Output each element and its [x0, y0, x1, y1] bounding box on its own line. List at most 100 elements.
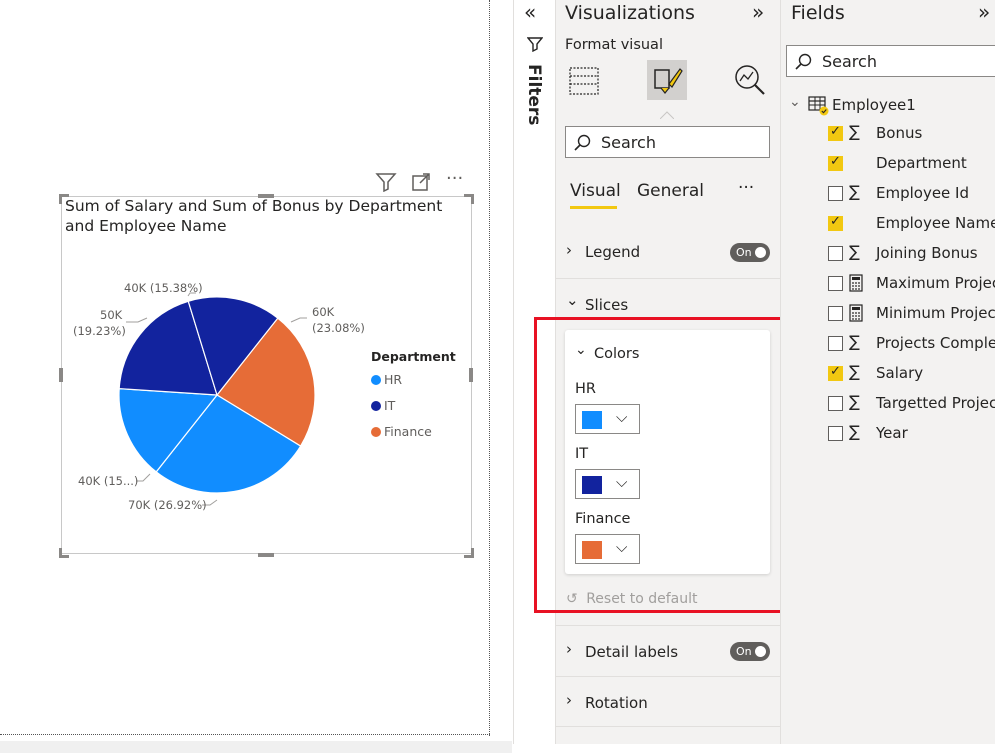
slice-label-right-value: 60K — [312, 305, 335, 319]
tab-visual-underline — [570, 206, 617, 209]
section-detail-labels[interactable]: › Detail labels On — [555, 625, 780, 675]
search-icon — [795, 53, 813, 75]
detail-labels-toggle-label: On — [736, 645, 752, 658]
analytics-icon[interactable] — [732, 62, 768, 98]
field-joining-bonus[interactable]: ∑ Joining Bonus — [828, 242, 995, 266]
chevron-down-icon: ⌄ — [789, 94, 801, 110]
chevron-down-icon: ⌄ — [566, 291, 579, 309]
table-icon — [808, 96, 830, 120]
slice-label-upper-left-pct: (19.23%) — [73, 324, 126, 338]
slice-label-right-pct: (23.08%) — [312, 321, 365, 335]
fields-search-input[interactable]: Search — [786, 45, 995, 77]
legend-label-finance: Finance — [384, 424, 432, 439]
legend-item-it[interactable]: IT — [371, 398, 396, 413]
search-placeholder: Search — [822, 52, 877, 71]
chevron-right-icon: › — [566, 691, 572, 709]
expand-chevron-icon[interactable]: » — [978, 0, 990, 24]
highlight-annotation-box — [534, 317, 798, 613]
checkbox[interactable] — [828, 396, 843, 411]
filters-label: Filters — [524, 64, 544, 126]
field-targetted-projects[interactable]: ∑ Targetted Projects — [828, 392, 995, 416]
legend-label-hr: HR — [384, 372, 402, 387]
canvas-bottom-border — [0, 734, 490, 735]
checkbox[interactable] — [828, 426, 843, 441]
search-placeholder: Search — [601, 133, 656, 152]
search-icon — [574, 134, 592, 156]
legend-item-finance[interactable]: Finance — [371, 424, 432, 439]
fields-title: Fields — [791, 2, 845, 24]
legend-dot-finance — [371, 427, 381, 437]
calculator-icon — [849, 274, 869, 296]
expand-chevron-icon[interactable]: » — [752, 0, 764, 24]
field-maximum-projects[interactable]: Maximum Projects — [828, 272, 995, 296]
section-legend-label: Legend — [585, 243, 641, 261]
sigma-icon: ∑ — [849, 392, 860, 411]
leader-line-upper-left — [126, 317, 148, 323]
section-detail-labels-label: Detail labels — [585, 643, 679, 661]
field-minimum-projects[interactable]: Minimum Projects — [828, 302, 995, 326]
section-slices-label: Slices — [585, 296, 629, 314]
tab-general[interactable]: General — [637, 181, 704, 201]
field-name: Joining Bonus — [876, 244, 978, 262]
field-name: Employee Id — [876, 184, 970, 202]
checkbox[interactable] — [828, 246, 843, 261]
collapse-chevron-icon[interactable]: « — [524, 0, 536, 24]
field-name: Targetted Projects — [876, 394, 995, 412]
format-search-input[interactable]: Search — [565, 126, 770, 158]
field-salary[interactable]: ∑ Salary — [828, 362, 995, 386]
field-name: Department — [876, 154, 967, 172]
field-name: Minimum Projects — [876, 304, 995, 322]
field-employee-id[interactable]: ∑ Employee Id — [828, 182, 995, 206]
field-employee-name[interactable]: Employee Name — [828, 212, 995, 236]
field-name: Maximum Projects — [876, 274, 995, 292]
sigma-icon: ∑ — [849, 242, 860, 261]
legend-label-it: IT — [384, 398, 396, 413]
calculator-icon — [849, 304, 869, 326]
toggle-knob — [755, 646, 766, 657]
checkbox[interactable] — [828, 186, 843, 201]
field-department[interactable]: Department — [828, 152, 995, 176]
checkbox-checked[interactable] — [828, 154, 843, 171]
checkbox-checked[interactable] — [828, 124, 843, 141]
build-visual-icon[interactable] — [566, 64, 602, 98]
toggle-knob — [755, 247, 766, 258]
legend-toggle-label: On — [736, 246, 752, 259]
checkbox[interactable] — [828, 336, 843, 351]
slice-label-upper-left-value: 50K — [100, 308, 123, 322]
legend-toggle[interactable]: On — [730, 243, 770, 262]
leader-line-right — [290, 317, 307, 323]
slice-label-top: 40K (15.38%) — [124, 281, 203, 295]
format-visual-icon[interactable] — [647, 60, 687, 100]
format-visual-label: Format visual — [565, 37, 663, 53]
section-rotation-label: Rotation — [585, 694, 648, 712]
chevron-right-icon: › — [566, 640, 572, 658]
tab-visual[interactable]: Visual — [570, 181, 621, 201]
legend-item-hr[interactable]: HR — [371, 372, 402, 387]
sigma-icon: ∑ — [849, 182, 860, 201]
sigma-icon: ∑ — [849, 122, 860, 141]
sigma-icon: ∑ — [849, 422, 860, 441]
visualizations-title: Visualizations — [565, 2, 695, 24]
table-name: Employee1 — [832, 96, 916, 114]
detail-labels-toggle[interactable]: On — [730, 642, 770, 661]
section-legend[interactable]: › Legend On — [555, 227, 780, 277]
checkbox-checked[interactable] — [828, 214, 843, 231]
legend-dot-it — [371, 401, 381, 411]
table-node-employee1[interactable]: ⌄ Employee1 — [789, 94, 989, 116]
field-name: Salary — [876, 364, 924, 382]
field-name: Bonus — [876, 124, 923, 142]
field-name: Employee Name — [876, 214, 995, 232]
sigma-icon: ∑ — [849, 362, 860, 381]
active-tab-pointer — [659, 104, 675, 120]
pie-chart-svg: 40K (15.38%) 50K (19.23%) 60K (23.08%) 4… — [73, 281, 456, 512]
field-year[interactable]: ∑ Year — [828, 422, 995, 446]
checkbox[interactable] — [828, 276, 843, 291]
checkbox[interactable] — [828, 306, 843, 321]
checkbox-checked[interactable] — [828, 364, 843, 381]
more-options-icon[interactable]: ··· — [738, 178, 754, 198]
status-bar — [0, 741, 512, 753]
field-projects-completed[interactable]: ∑ Projects Complet... — [828, 332, 995, 356]
sigma-icon: ∑ — [849, 332, 860, 351]
field-bonus[interactable]: ∑ Bonus — [828, 122, 995, 146]
section-rotation[interactable]: › Rotation — [555, 676, 780, 726]
